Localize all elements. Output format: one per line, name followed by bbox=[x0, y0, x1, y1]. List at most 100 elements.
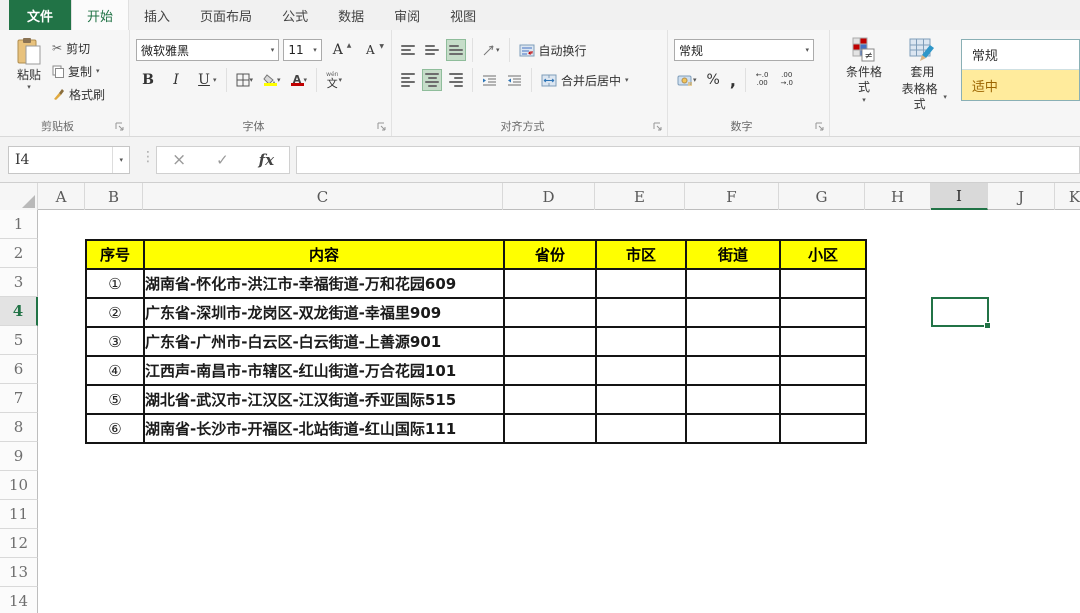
table-header-cell-0[interactable]: 序号 bbox=[86, 240, 144, 269]
row-header-12[interactable]: 12 bbox=[0, 529, 38, 558]
format-painter-button[interactable]: 格式刷 bbox=[52, 84, 105, 104]
cell-r6c0[interactable]: ④ bbox=[86, 356, 144, 385]
paste-button[interactable]: 粘贴 ▾ bbox=[6, 35, 52, 104]
phonetic-guide-button[interactable]: wén 文 ▾ bbox=[323, 69, 345, 91]
row-header-3[interactable]: 3 bbox=[0, 268, 38, 297]
row-header-4[interactable]: 4 bbox=[0, 297, 38, 326]
paste-dropdown-arrow[interactable]: ▾ bbox=[27, 84, 31, 91]
tab-file[interactable]: 文件 bbox=[9, 0, 71, 30]
cell-r7c5[interactable] bbox=[780, 385, 866, 414]
row-header-2[interactable]: 2 bbox=[0, 239, 38, 268]
cell-r3c0[interactable]: ① bbox=[86, 269, 144, 298]
cell-r5c1[interactable]: 广东省-广州市-白云区-白云街道-上善源901 bbox=[144, 327, 504, 356]
cell-r7c2[interactable] bbox=[504, 385, 596, 414]
table-header-cell-1[interactable]: 内容 bbox=[144, 240, 504, 269]
align-right-button[interactable] bbox=[446, 69, 466, 91]
cell-r7c1[interactable]: 湖北省-武汉市-江汉区-江汉街道-乔亚国际515 bbox=[144, 385, 504, 414]
format-as-table-button[interactable]: 套用 表格格式 ▾ bbox=[892, 35, 953, 118]
cell-r7c4[interactable] bbox=[686, 385, 780, 414]
cell-r8c3[interactable] bbox=[596, 414, 686, 443]
row-header-9[interactable]: 9 bbox=[0, 442, 38, 471]
alignment-dialog-launcher-icon[interactable] bbox=[653, 122, 663, 132]
cell-r6c4[interactable] bbox=[686, 356, 780, 385]
cell-r4c4[interactable] bbox=[686, 298, 780, 327]
underline-button[interactable]: U▾ bbox=[192, 69, 220, 91]
select-all-corner[interactable] bbox=[0, 183, 38, 210]
cell-r6c1[interactable]: 江西声-南昌市-市辖区-红山街道-万合花园101 bbox=[144, 356, 504, 385]
cell-r7c0[interactable]: ⑤ bbox=[86, 385, 144, 414]
cell-r3c3[interactable] bbox=[596, 269, 686, 298]
cell-r3c2[interactable] bbox=[504, 269, 596, 298]
font-size-combo[interactable]: 11 ▾ bbox=[283, 39, 321, 61]
table-header-cell-5[interactable]: 小区 bbox=[780, 240, 866, 269]
align-center-button[interactable] bbox=[422, 69, 442, 91]
cell-r5c0[interactable]: ③ bbox=[86, 327, 144, 356]
cell-r4c3[interactable] bbox=[596, 298, 686, 327]
conditional-formatting-button[interactable]: ≠ 条件格式 ▾ bbox=[836, 35, 892, 118]
cancel-button[interactable]: × bbox=[172, 150, 186, 170]
tab-2[interactable]: 页面布局 bbox=[185, 0, 267, 30]
cell-r8c0[interactable]: ⑥ bbox=[86, 414, 144, 443]
column-header-I[interactable]: I bbox=[931, 183, 988, 210]
bold-button[interactable]: B bbox=[136, 69, 160, 91]
column-header-E[interactable]: E bbox=[595, 183, 685, 210]
formula-input[interactable] bbox=[296, 146, 1080, 174]
cell-r6c3[interactable] bbox=[596, 356, 686, 385]
copy-dropdown-arrow[interactable]: ▾ bbox=[96, 68, 100, 75]
number-dialog-launcher-icon[interactable] bbox=[815, 122, 825, 132]
cell-r4c1[interactable]: 广东省-深圳市-龙岗区-双龙街道-幸福里909 bbox=[144, 298, 504, 327]
cell-r5c3[interactable] bbox=[596, 327, 686, 356]
tab-4[interactable]: 数据 bbox=[323, 0, 379, 30]
row-header-8[interactable]: 8 bbox=[0, 413, 38, 442]
column-header-K[interactable]: K bbox=[1055, 183, 1080, 210]
orientation-button[interactable]: ▾ bbox=[479, 39, 503, 61]
tab-0[interactable]: 开始 bbox=[71, 0, 129, 30]
cell-r4c2[interactable] bbox=[504, 298, 596, 327]
row-header-13[interactable]: 13 bbox=[0, 558, 38, 587]
row-header-11[interactable]: 11 bbox=[0, 500, 38, 529]
column-header-D[interactable]: D bbox=[503, 183, 595, 210]
table-header-cell-3[interactable]: 市区 bbox=[596, 240, 686, 269]
font-name-combo[interactable]: 微软雅黑 ▾ bbox=[136, 39, 279, 61]
cell-style-neutral[interactable]: 适中 bbox=[962, 70, 1079, 100]
cell-r4c0[interactable]: ② bbox=[86, 298, 144, 327]
column-header-G[interactable]: G bbox=[779, 183, 865, 210]
increase-indent-button[interactable] bbox=[504, 69, 525, 91]
comma-style-button[interactable]: , bbox=[727, 69, 739, 91]
tab-1[interactable]: 插入 bbox=[129, 0, 185, 30]
tab-6[interactable]: 视图 bbox=[435, 0, 491, 30]
decrease-decimal-button[interactable]: .00→.0 bbox=[776, 69, 797, 91]
cell-r8c1[interactable]: 湖南省-长沙市-开福区-北站街道-红山国际111 bbox=[144, 414, 504, 443]
wrap-text-button[interactable]: 自动换行 bbox=[516, 39, 590, 61]
name-box[interactable]: I4 ▾ bbox=[8, 146, 130, 174]
column-header-H[interactable]: H bbox=[865, 183, 931, 210]
borders-button[interactable]: ▾ bbox=[233, 69, 257, 91]
grow-font-button[interactable]: A▲ bbox=[326, 39, 355, 61]
cell-r7c3[interactable] bbox=[596, 385, 686, 414]
cell-r3c4[interactable] bbox=[686, 269, 780, 298]
cell-style-normal[interactable]: 常规 bbox=[962, 40, 1079, 70]
cell-r5c2[interactable] bbox=[504, 327, 596, 356]
decrease-indent-button[interactable] bbox=[479, 69, 500, 91]
italic-button[interactable]: I bbox=[164, 69, 188, 91]
percent-style-button[interactable]: % bbox=[704, 69, 723, 91]
column-header-J[interactable]: J bbox=[988, 183, 1055, 210]
cell-r5c4[interactable] bbox=[686, 327, 780, 356]
fill-color-button[interactable]: ▾ bbox=[260, 69, 284, 91]
table-header-cell-4[interactable]: 街道 bbox=[686, 240, 780, 269]
copy-button[interactable]: 复制 ▾ bbox=[52, 61, 105, 81]
enter-button[interactable]: ✓ bbox=[216, 151, 229, 169]
middle-align-button[interactable] bbox=[422, 39, 442, 61]
accounting-format-button[interactable]: ▾ bbox=[674, 69, 700, 91]
cell-r4c5[interactable] bbox=[780, 298, 866, 327]
row-header-7[interactable]: 7 bbox=[0, 384, 38, 413]
cell-r8c4[interactable] bbox=[686, 414, 780, 443]
shrink-font-button[interactable]: A▼ bbox=[358, 39, 387, 61]
cell-r5c5[interactable] bbox=[780, 327, 866, 356]
formula-bar-grip[interactable]: ⋮ bbox=[141, 149, 155, 165]
cell-r6c5[interactable] bbox=[780, 356, 866, 385]
align-left-button[interactable] bbox=[398, 69, 418, 91]
tab-3[interactable]: 公式 bbox=[267, 0, 323, 30]
column-header-B[interactable]: B bbox=[85, 183, 143, 210]
row-header-5[interactable]: 5 bbox=[0, 326, 38, 355]
